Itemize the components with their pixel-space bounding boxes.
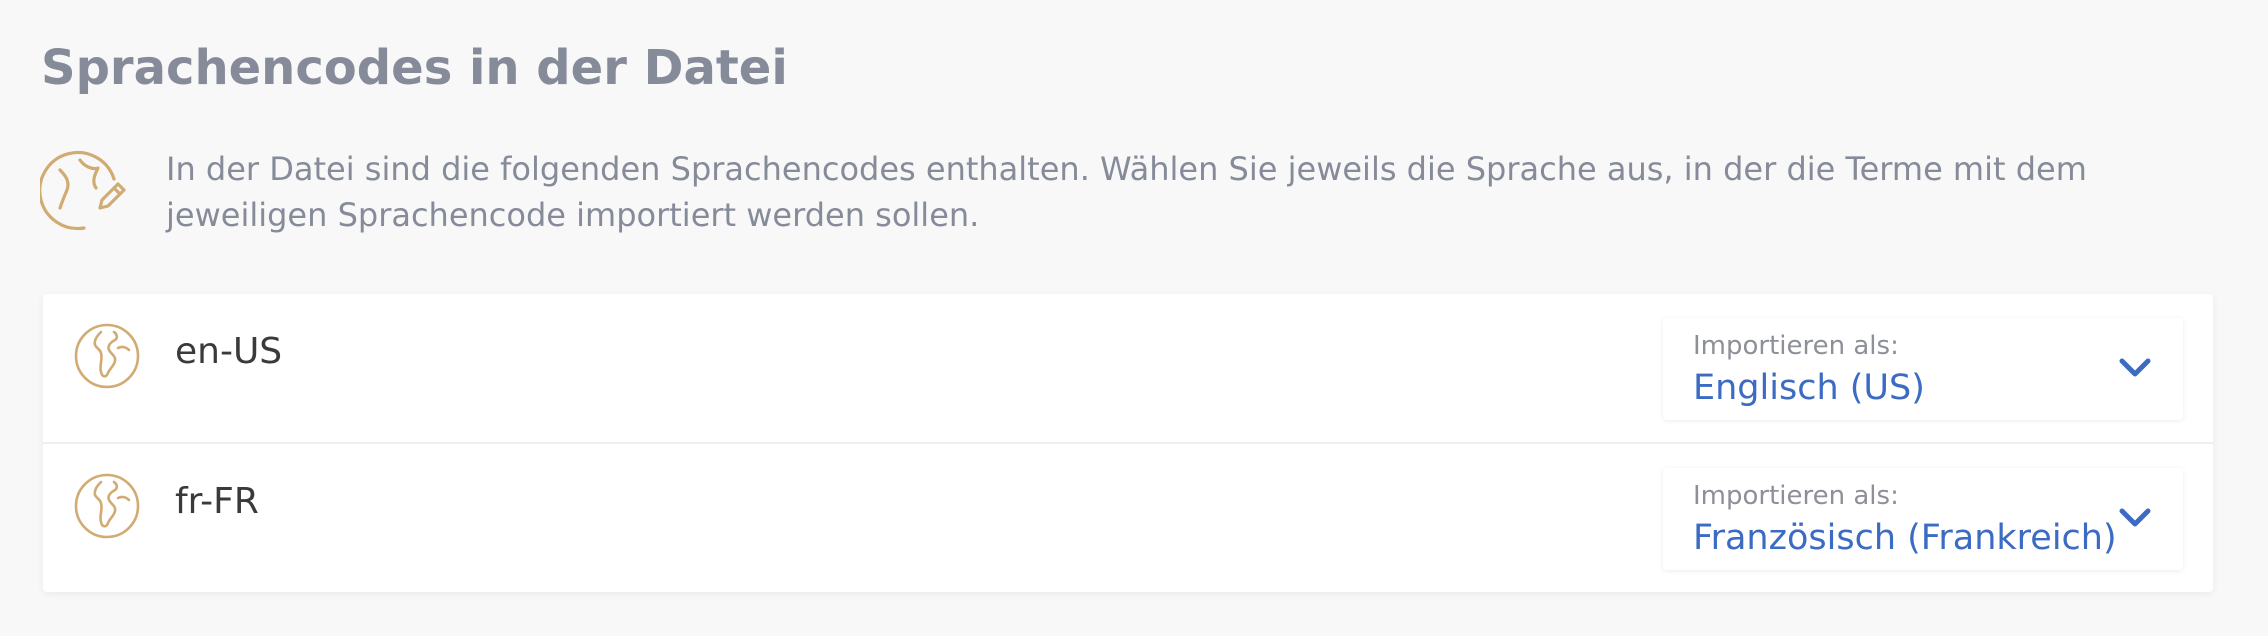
language-row-fr-fr: fr-FR Importieren als: Französisch (Fran… <box>43 444 2213 592</box>
select-label: Importieren als: <box>1693 331 1899 361</box>
page-title: Sprachencodes in der Datei <box>41 40 788 96</box>
language-row-en-us: en-US Importieren als: Englisch (US) <box>43 294 2213 442</box>
chevron-down-icon[interactable] <box>2117 504 2153 532</box>
language-codes-page: Sprachencodes in der Datei In der Datei … <box>0 0 2268 636</box>
language-list: en-US Importieren als: Englisch (US) fr-… <box>43 294 2213 592</box>
select-value: Englisch (US) <box>1693 368 1925 408</box>
language-code: en-US <box>175 331 283 372</box>
select-value: Französisch (Frankreich) <box>1693 518 2117 558</box>
import-as-select[interactable]: Importieren als: Französisch (Frankreich… <box>1663 468 2183 570</box>
globe-icon <box>74 323 140 389</box>
language-code: fr-FR <box>175 481 259 522</box>
intro-text: In der Datei sind die folgenden Sprachen… <box>166 150 2087 234</box>
select-label: Importieren als: <box>1693 481 1899 511</box>
globe-icon <box>74 473 140 539</box>
import-as-select[interactable]: Importieren als: Englisch (US) <box>1663 318 2183 420</box>
globe-pencil-icon <box>40 150 126 231</box>
chevron-down-icon[interactable] <box>2117 354 2153 382</box>
intro-section: In der Datei sind die folgenden Sprachen… <box>40 146 2240 246</box>
